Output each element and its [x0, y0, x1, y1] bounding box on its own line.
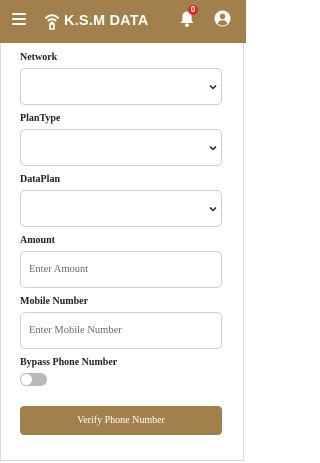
brand-title: K.S.M DATA — [64, 13, 149, 29]
network-label: Network — [20, 52, 58, 63]
app-header: K.S.M DATA 0 — [0, 0, 246, 43]
toggle-knob — [21, 374, 32, 385]
amount-label: Amount — [20, 235, 56, 246]
brand[interactable]: K.S.M DATA — [44, 11, 148, 31]
plantype-label: PlanType — [20, 113, 61, 124]
mobile-number-input[interactable]: Enter Mobile Number — [20, 312, 222, 349]
menu-icon[interactable] — [12, 13, 26, 25]
chevron-down-icon — [209, 145, 217, 151]
chevron-down-icon — [209, 84, 217, 90]
bypass-phone-toggle[interactable] — [20, 373, 47, 386]
plantype-select[interactable] — [20, 129, 222, 166]
amount-placeholder: Enter Amount — [29, 264, 89, 275]
network-select[interactable] — [20, 68, 222, 105]
amount-input[interactable]: Enter Amount — [20, 251, 222, 288]
bypass-phone-label: Bypass Phone Number — [20, 357, 118, 368]
wifi-logo-icon — [45, 14, 59, 30]
dataplan-label: DataPlan — [20, 174, 60, 185]
dataplan-select[interactable] — [20, 190, 222, 227]
mobile-number-label: Mobile Number — [20, 296, 89, 307]
mobile-number-placeholder: Enter Mobile Number — [29, 325, 122, 336]
chevron-down-icon — [209, 206, 217, 212]
verify-phone-button[interactable]: Verify Phone Number — [20, 406, 222, 435]
user-icon[interactable] — [214, 10, 231, 27]
notification-badge: 0 — [188, 5, 198, 15]
